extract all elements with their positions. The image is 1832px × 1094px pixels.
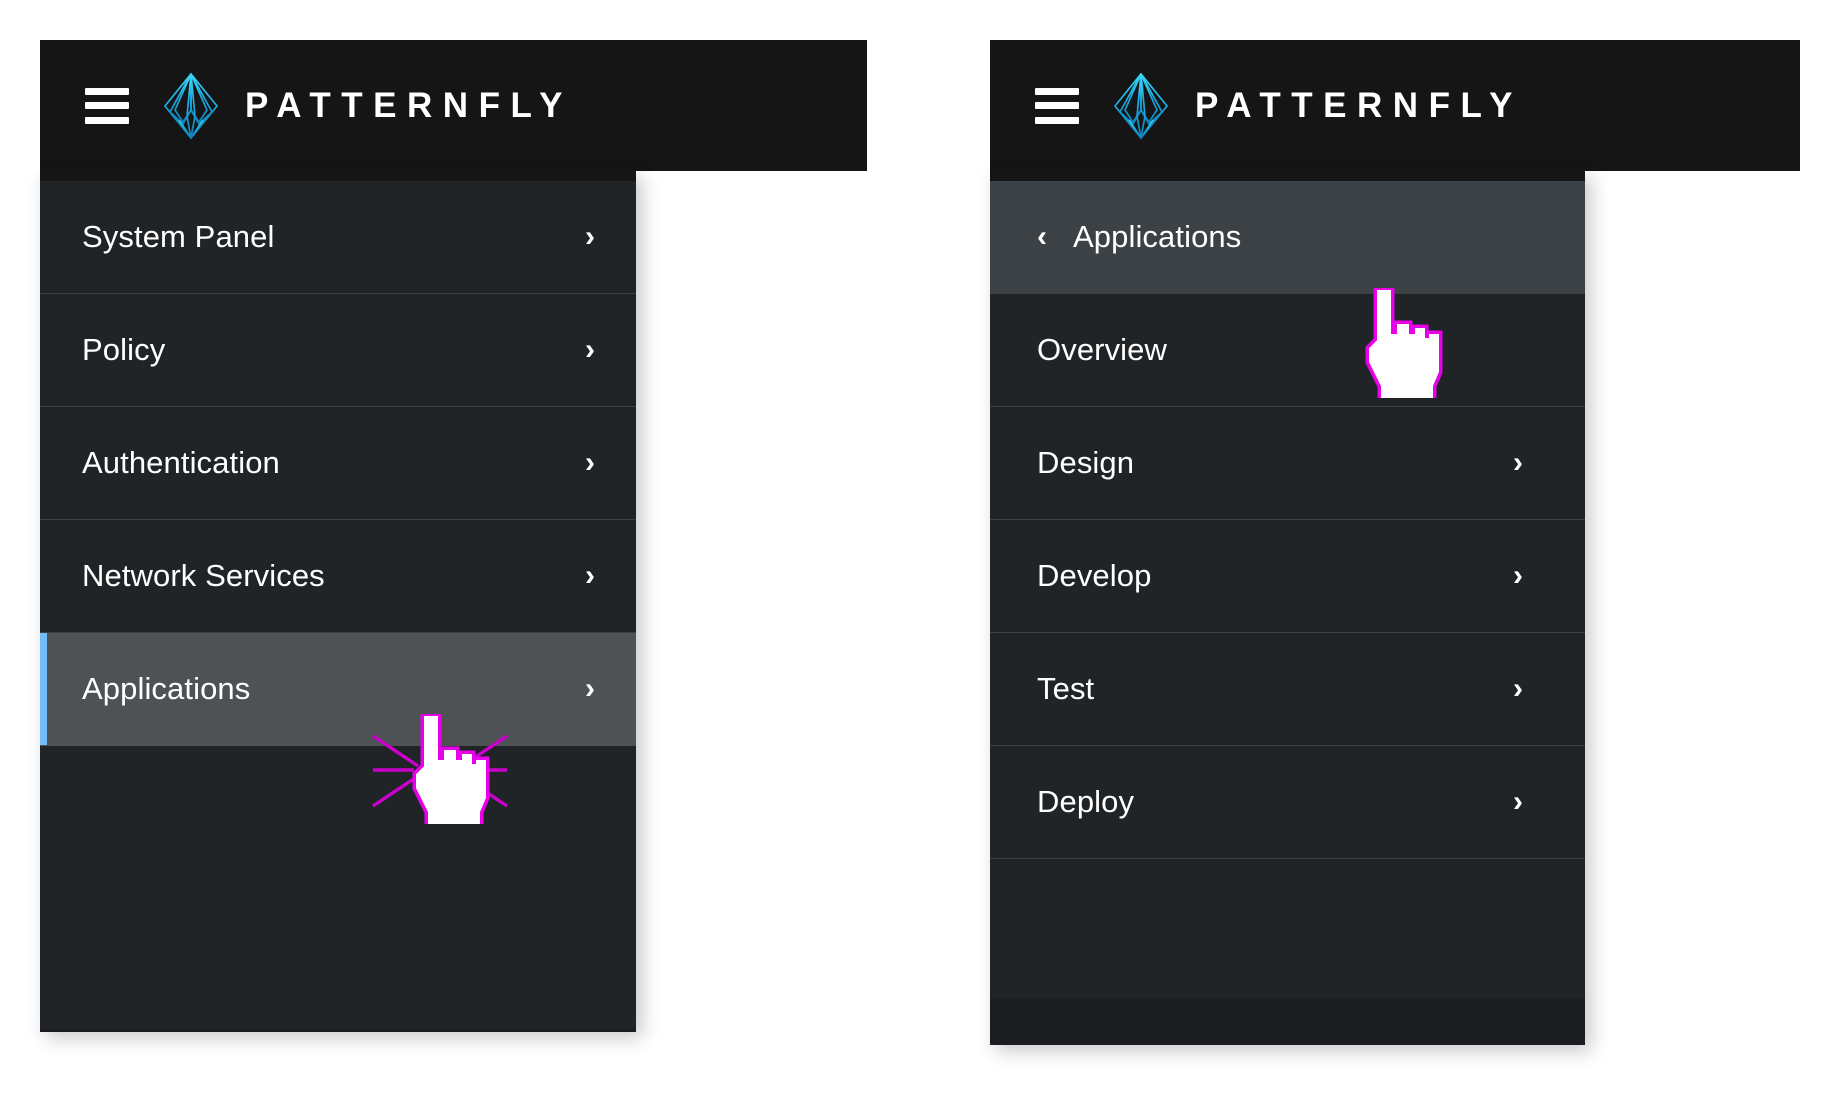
nav-empty-area [40, 746, 636, 1029]
nav-item-label: Applications [82, 671, 251, 706]
brand[interactable]: PATTERNFLY [1111, 70, 1523, 142]
nav-item-overview[interactable]: Overview [990, 294, 1585, 407]
chevron-right-icon: › [585, 559, 595, 592]
right-nav-list: ‹ Applications Overview Design › Develop… [990, 181, 1585, 859]
hamburger-menu-icon[interactable] [1035, 87, 1079, 124]
nav-item-label: System Panel [82, 219, 275, 254]
left-nav-list: System Panel › Policy › Authentication ›… [40, 181, 636, 746]
nav-item-develop[interactable]: Develop › [990, 520, 1585, 633]
chevron-left-icon: ‹ [1037, 220, 1047, 253]
chevron-right-icon: › [585, 446, 595, 479]
nav-item-label: Deploy [1037, 784, 1135, 819]
nav-top-strip [990, 171, 1585, 181]
hamburger-bar-1 [85, 87, 129, 95]
nav-item-system-panel[interactable]: System Panel › [40, 181, 636, 294]
nav-item-label: Network Services [82, 558, 325, 593]
nav-item-label: Authentication [82, 445, 280, 480]
nav-top-strip [40, 171, 636, 181]
brand-text: PATTERNFLY [1195, 86, 1523, 125]
nav-item-authentication[interactable]: Authentication › [40, 407, 636, 520]
nav-item-label: Develop [1037, 558, 1152, 593]
hamburger-bar-2 [85, 102, 129, 109]
chevron-right-icon: › [1513, 672, 1523, 705]
left-masthead: PATTERNFLY [40, 40, 867, 171]
nav-item-label: Test [1037, 671, 1095, 706]
chevron-right-icon: › [585, 220, 595, 253]
nav-item-deploy[interactable]: Deploy › [990, 746, 1585, 859]
nav-item-test[interactable]: Test › [990, 633, 1585, 746]
right-nav-panel: ‹ Applications Overview Design › Develop… [990, 171, 1585, 1045]
nav-back-to-applications[interactable]: ‹ Applications [990, 181, 1585, 294]
patternfly-logo-icon [1113, 72, 1169, 140]
nav-item-label: Design [1037, 445, 1135, 480]
nav-empty-area [990, 859, 1585, 998]
hamburger-bar-3 [1035, 116, 1079, 124]
nav-item-label: Overview [1037, 332, 1167, 367]
chevron-right-icon: › [1513, 446, 1523, 479]
hamburger-bar-2 [1035, 102, 1079, 109]
brand[interactable]: PATTERNFLY [161, 70, 573, 142]
chevron-right-icon: › [585, 333, 595, 366]
nav-section-title: Applications [1073, 219, 1242, 254]
nav-item-applications[interactable]: Applications › [40, 633, 636, 746]
brand-text: PATTERNFLY [245, 86, 573, 125]
hamburger-bar-1 [1035, 87, 1079, 95]
left-nav-panel: System Panel › Policy › Authentication ›… [40, 171, 636, 1032]
patternfly-logo-icon [163, 72, 219, 140]
nav-item-network-services[interactable]: Network Services › [40, 520, 636, 633]
chevron-right-icon: › [585, 672, 595, 705]
nav-item-policy[interactable]: Policy › [40, 294, 636, 407]
nav-item-label: Policy [82, 332, 166, 367]
nav-item-design[interactable]: Design › [990, 407, 1585, 520]
chevron-right-icon: › [1513, 559, 1523, 592]
chevron-right-icon: › [1513, 785, 1523, 818]
hamburger-bar-3 [85, 116, 129, 124]
right-masthead: PATTERNFLY [990, 40, 1800, 171]
hamburger-menu-icon[interactable] [85, 87, 129, 124]
